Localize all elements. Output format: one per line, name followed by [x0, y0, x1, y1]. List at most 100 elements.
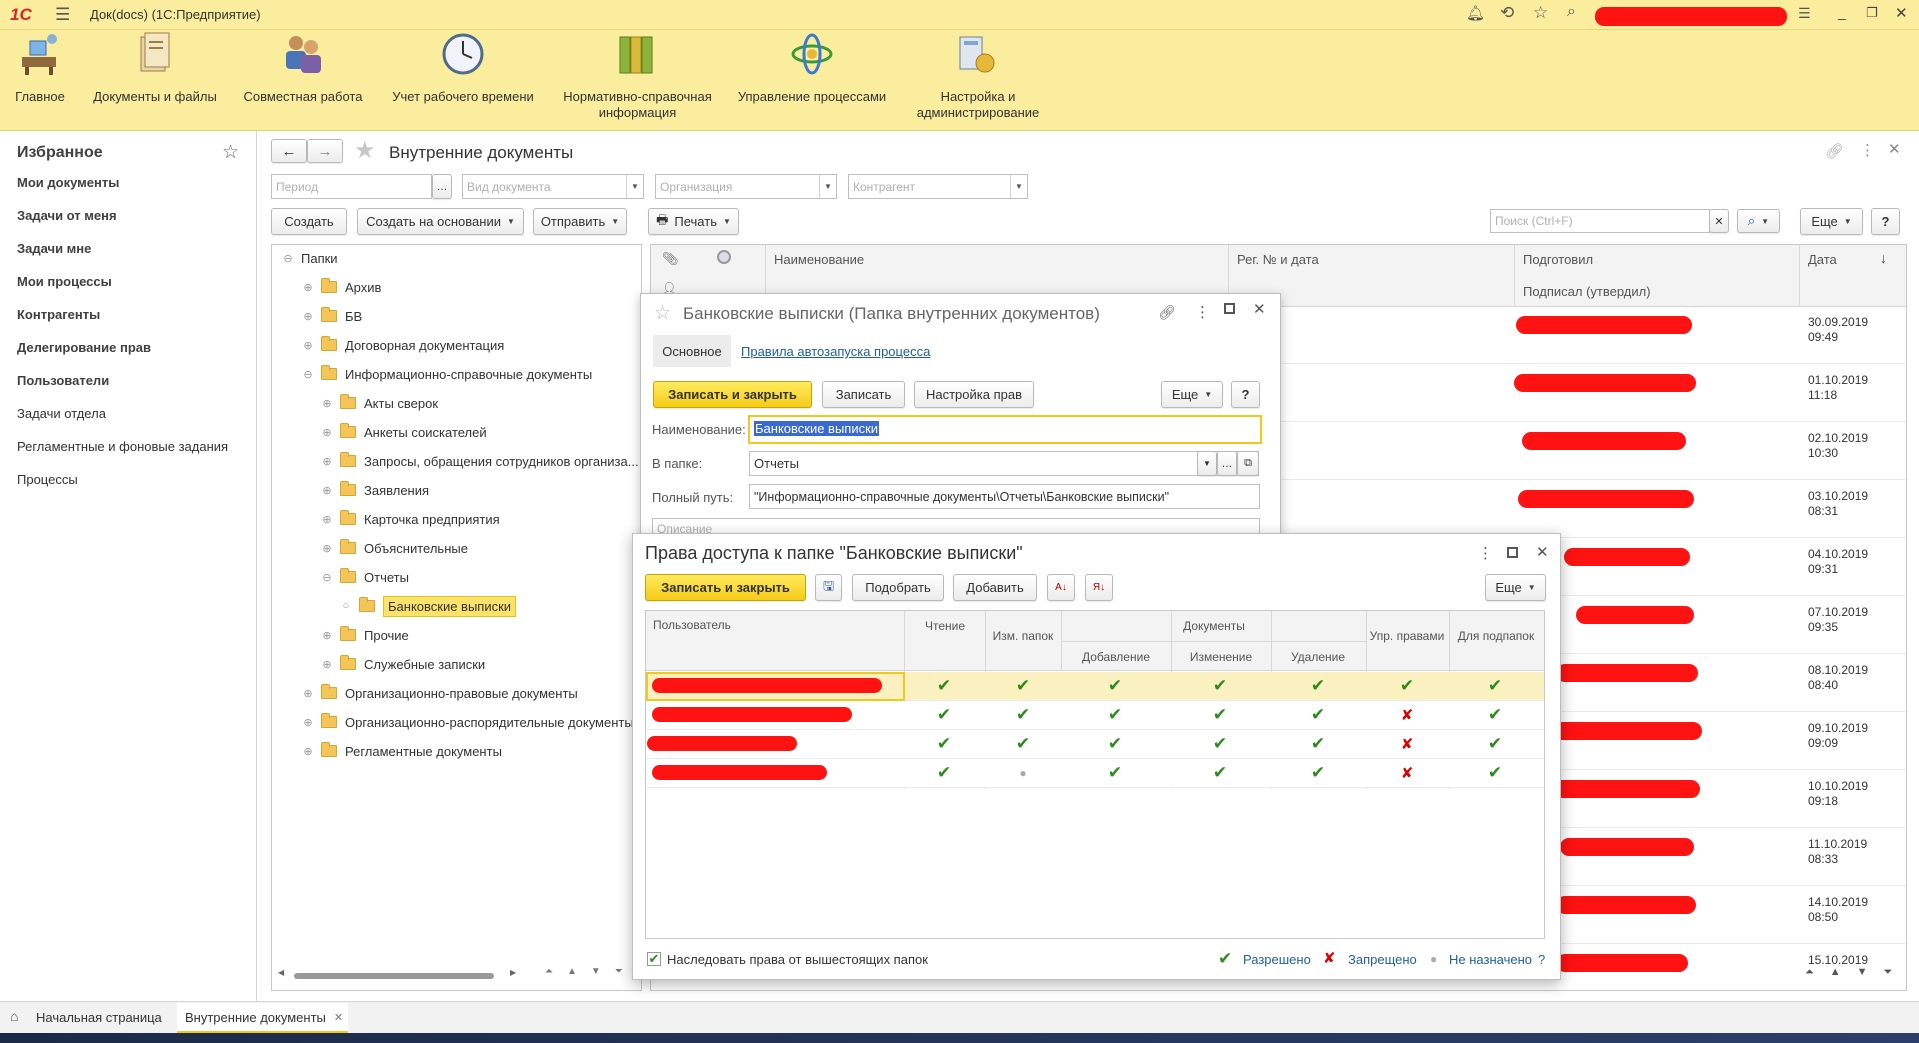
- right-cell[interactable]: ✔: [1208, 701, 1232, 729]
- right-cell[interactable]: ✘: [1395, 701, 1419, 729]
- col-folders[interactable]: Изм. папок: [986, 614, 1060, 658]
- tree-node[interactable]: ⊕ Регламентные документы: [301, 740, 502, 762]
- expand-icon[interactable]: ⊕: [320, 397, 334, 410]
- tree-node[interactable]: ○ Банковские выписки: [339, 595, 517, 617]
- inherit-checkbox[interactable]: ✔: [647, 952, 661, 966]
- parent-field[interactable]: Отчеты: [749, 451, 1259, 476]
- dialog-star-icon[interactable]: ☆: [654, 302, 671, 325]
- allow-legend[interactable]: Разрешено: [1243, 952, 1311, 967]
- chevron-down-icon[interactable]: ▼: [1010, 175, 1027, 198]
- tree-node[interactable]: ⊕ Прочие: [320, 624, 409, 646]
- col-manage[interactable]: Упр. правами: [1367, 614, 1447, 658]
- right-cell[interactable]: ✔: [1103, 672, 1127, 700]
- right-cell[interactable]: ✔: [1208, 730, 1232, 758]
- tree-node[interactable]: ⊕ Служебные записки: [320, 653, 485, 675]
- home-tab-icon[interactable]: ⌂: [10, 1008, 18, 1024]
- scroll-thumb[interactable]: [294, 973, 494, 979]
- search-icon[interactable]: ⌕: [1567, 3, 1576, 21]
- expand-icon[interactable]: ⊕: [320, 455, 334, 468]
- rights-add-button[interactable]: Добавить: [953, 574, 1037, 601]
- tree-node[interactable]: ⊕ Объяснительные: [320, 537, 468, 559]
- page-star-icon[interactable]: ★: [354, 136, 376, 165]
- create-based-button[interactable]: Создать на основании ▼: [357, 208, 524, 235]
- col-user[interactable]: Пользователь: [653, 618, 731, 632]
- tab-current[interactable]: Внутренние документы ✕: [177, 1003, 348, 1033]
- right-cell[interactable]: ✔: [1103, 730, 1127, 758]
- rights-maximize-icon[interactable]: [1507, 547, 1518, 558]
- restore-icon[interactable]: ❐: [1866, 5, 1878, 21]
- inherit-label[interactable]: Наследовать права от вышестоящих папок: [667, 952, 928, 967]
- expand-icon[interactable]: ⊕: [301, 339, 315, 352]
- col-delete[interactable]: Удаление: [1272, 643, 1364, 671]
- dialog-rights-button[interactable]: Настройка прав: [914, 381, 1034, 408]
- tree-node[interactable]: ⊕ Организационно-распорядительные докумен…: [301, 711, 634, 733]
- right-cell[interactable]: ✔: [932, 672, 956, 700]
- expand-icon[interactable]: ⊕: [301, 745, 315, 758]
- star-icon[interactable]: ☆: [1533, 3, 1548, 23]
- close-form-icon[interactable]: ✕: [1888, 140, 1901, 158]
- search-button[interactable]: ⌕ ▼: [1737, 209, 1780, 233]
- rights-pick-button[interactable]: Подобрать: [852, 574, 944, 601]
- expand-icon[interactable]: ⊕: [320, 513, 334, 526]
- expand-icon[interactable]: ⊕: [320, 629, 334, 642]
- nav-tasks-from-me[interactable]: Задачи от меня: [17, 208, 117, 223]
- col-prepared[interactable]: Подготовил: [1523, 252, 1593, 267]
- tree-node[interactable]: ⊕ БВ: [301, 305, 362, 327]
- tree-node[interactable]: ⊖ Информационно-справочные документы: [301, 363, 592, 385]
- right-cell[interactable]: ✔: [1011, 672, 1035, 700]
- close-icon[interactable]: ✕: [1895, 4, 1908, 22]
- right-cell[interactable]: ✔: [1103, 701, 1127, 729]
- rights-close-icon[interactable]: ✕: [1536, 543, 1549, 561]
- tree-node[interactable]: ⊕ Архив: [301, 276, 381, 298]
- tree-node[interactable]: ⊕ Договорная документация: [301, 334, 504, 356]
- right-cell[interactable]: ●: [1011, 759, 1035, 787]
- tree-node[interactable]: ⊕ Заявления: [320, 479, 429, 501]
- tree-node[interactable]: ⊕ Анкеты соискателей: [320, 421, 487, 443]
- nav-my-processes[interactable]: Мои процессы: [17, 274, 112, 289]
- nav-users[interactable]: Пользователи: [17, 373, 109, 388]
- deny-legend[interactable]: Запрещено: [1348, 952, 1417, 967]
- settings-menu-icon[interactable]: ☰: [1798, 5, 1811, 22]
- right-cell[interactable]: ✘: [1395, 759, 1419, 787]
- chevron-down-icon[interactable]: ▼: [819, 175, 836, 198]
- print-button[interactable]: 🖶 Печать ▼: [648, 208, 739, 235]
- help-button[interactable]: ?: [1871, 208, 1900, 235]
- bell-icon[interactable]: 🔔︎: [1466, 4, 1485, 22]
- parent-open-button[interactable]: ⧉: [1237, 451, 1259, 476]
- send-button[interactable]: Отправить ▼: [533, 208, 627, 235]
- period-select-button[interactable]: …: [432, 174, 452, 199]
- tab-autostart-rules[interactable]: Правила автозапуска процесса: [741, 344, 930, 359]
- dialog-more-button[interactable]: Еще ▼: [1161, 381, 1223, 408]
- collapse-icon[interactable]: ⊖: [281, 252, 295, 265]
- nav-my-documents[interactable]: Мои документы: [17, 175, 119, 190]
- name-field[interactable]: Банковские выписки: [748, 415, 1262, 444]
- right-cell[interactable]: ✔: [1483, 759, 1507, 787]
- dialog-maximize-icon[interactable]: [1224, 303, 1235, 314]
- kind-filter[interactable]: Вид документа ▼: [462, 174, 644, 199]
- legend-help[interactable]: ?: [1538, 952, 1545, 967]
- right-cell[interactable]: ✘: [1395, 730, 1419, 758]
- expand-icon[interactable]: ⊕: [301, 687, 315, 700]
- nav-delegation[interactable]: Делегирование прав: [17, 340, 151, 355]
- right-cell[interactable]: ✔: [932, 730, 956, 758]
- rights-save-close-button[interactable]: Записать и закрыть: [645, 574, 806, 601]
- right-cell[interactable]: ✔: [1483, 701, 1507, 729]
- expand-icon[interactable]: ⊕: [301, 310, 315, 323]
- expand-icon[interactable]: ⊕: [320, 426, 334, 439]
- right-cell[interactable]: ✔: [1483, 672, 1507, 700]
- nav-dept-tasks[interactable]: Задачи отдела: [17, 406, 106, 421]
- right-cell[interactable]: ✔: [1011, 730, 1035, 758]
- minimize-icon[interactable]: _: [1838, 4, 1846, 20]
- sort-desc-icon[interactable]: ↓: [1880, 250, 1887, 266]
- col-date[interactable]: Дата: [1808, 252, 1837, 267]
- right-cell[interactable]: ✔: [932, 701, 956, 729]
- expand-icon[interactable]: ⊕: [301, 281, 315, 294]
- tree-nav-buttons[interactable]: ⏶▲▼⏷: [545, 966, 637, 977]
- right-cell[interactable]: ✔: [1306, 701, 1330, 729]
- col-subfolders[interactable]: Для подпапок: [1450, 614, 1542, 658]
- nav-scheduled-jobs[interactable]: Регламентные и фоновые задания: [17, 439, 228, 454]
- right-cell[interactable]: ✔: [1306, 759, 1330, 787]
- chevron-down-icon[interactable]: ▼: [626, 175, 643, 198]
- dialog-save-close-button[interactable]: Записать и закрыть: [653, 381, 812, 408]
- tab-home-page[interactable]: Начальная страница: [36, 1010, 162, 1025]
